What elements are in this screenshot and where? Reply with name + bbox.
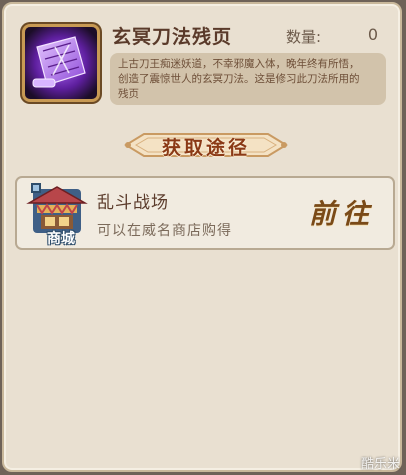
item-icon-frame [22, 24, 100, 102]
watermark: 酷乐米 [360, 457, 400, 472]
source-title: 乱斗战场 [97, 193, 169, 213]
quantity-value: 0 [367, 25, 378, 44]
go-button[interactable]: 前往 [309, 192, 375, 231]
purple-scroll-icon [25, 27, 97, 99]
section-title: 获取途径 [161, 137, 250, 159]
item-info-panel: 玄冥刀法残页 数量: 0 上古刀王痴迷妖道，不幸邪魔入体，晚年终有所悟， 创造了… [2, 2, 402, 472]
shop-icon: 商城 [25, 181, 91, 247]
source-description: 可以在威名商店购得 [97, 223, 232, 239]
description-line: 残页 [118, 88, 139, 100]
description-line: 上古刀王痴迷妖道，不幸邪魔入体，晚年终有所悟， [118, 58, 360, 70]
description-line: 创造了震惊世人的玄冥刀法。这是修习此刀法所用的 [118, 73, 360, 85]
acquire-section-header: 获取途径 [122, 128, 290, 162]
source-row-arena[interactable]: 商城 乱斗战场 可以在威名商店购得 前往 [15, 176, 395, 250]
item-name: 玄冥刀法残页 [112, 26, 233, 48]
item-description: 上古刀王痴迷妖道，不幸邪魔入体，晚年终有所悟， 创造了震惊世人的玄冥刀法。这是修… [110, 53, 386, 105]
shop-icon-label: 商城 [47, 231, 75, 247]
quantity-label: 数量: [286, 28, 322, 46]
